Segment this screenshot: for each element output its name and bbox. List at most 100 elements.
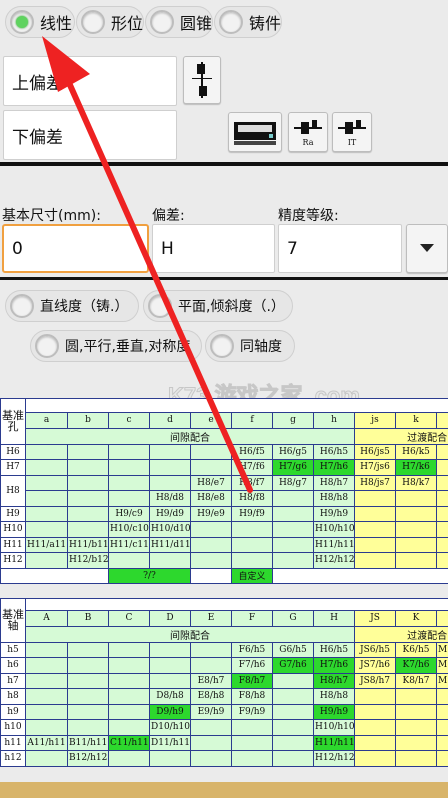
fit-cell[interactable] xyxy=(25,490,68,507)
fit-cell[interactable]: H12/h12 xyxy=(313,750,355,767)
fit-cell[interactable] xyxy=(67,505,109,522)
fit-cell[interactable] xyxy=(231,536,273,553)
fit-cell[interactable]: M xyxy=(435,657,448,674)
fit-cell[interactable] xyxy=(354,536,396,553)
fit-cell[interactable] xyxy=(272,703,314,720)
fit-cell[interactable] xyxy=(435,459,448,476)
radio-straightness[interactable]: 直线度（铸.） xyxy=(5,290,139,322)
fit-cell[interactable]: H6/f5 xyxy=(231,443,273,460)
fit-cell[interactable] xyxy=(108,552,150,569)
fit-cell[interactable]: H10/h10 xyxy=(313,719,355,736)
fit-cell[interactable] xyxy=(272,536,314,553)
fit-cell[interactable] xyxy=(67,474,109,491)
fit-cell[interactable] xyxy=(395,552,437,569)
fit-cell[interactable]: F9/h9 xyxy=(231,703,273,720)
fit-cell[interactable] xyxy=(190,459,232,476)
fit-cell[interactable] xyxy=(395,490,437,507)
fit-cell[interactable] xyxy=(435,688,448,705)
fit-cell[interactable]: H7/h6 xyxy=(313,459,355,476)
radio-flatness[interactable]: 平面,倾斜度（.） xyxy=(143,290,293,322)
fit-cell[interactable] xyxy=(67,703,109,720)
fit-cell[interactable] xyxy=(395,536,437,553)
fit-cell[interactable] xyxy=(67,641,109,658)
fit-cell[interactable]: H12/b12 xyxy=(67,552,109,569)
fit-cell[interactable] xyxy=(25,657,68,674)
radio-roundness[interactable]: 圆,平行,垂直,对称度 xyxy=(30,330,202,362)
basic-size-input[interactable]: 0 xyxy=(2,224,149,273)
fit-cell[interactable] xyxy=(149,443,191,460)
radio-linear[interactable]: 线性 xyxy=(5,6,75,38)
fit-cell[interactable] xyxy=(25,672,68,689)
fit-cell[interactable]: H8/e7 xyxy=(190,474,232,491)
fit-cell[interactable] xyxy=(272,490,314,507)
fit-cell[interactable] xyxy=(231,521,273,538)
roughness-button[interactable]: Ra xyxy=(288,112,328,152)
fit-cell[interactable] xyxy=(108,750,150,767)
fit-cell[interactable] xyxy=(108,474,150,491)
fit-cell[interactable] xyxy=(435,443,448,460)
fit-cell[interactable] xyxy=(395,521,437,538)
fit-cell[interactable] xyxy=(354,703,396,720)
fit-cell[interactable]: H6/g5 xyxy=(272,443,314,460)
fit-cell[interactable] xyxy=(272,672,314,689)
fit-cell[interactable] xyxy=(435,750,448,767)
fit-cell[interactable]: H9/h9 xyxy=(313,703,355,720)
fit-cell[interactable]: M xyxy=(435,641,448,658)
fit-cell[interactable] xyxy=(190,719,232,736)
grade-dropdown-button[interactable] xyxy=(406,224,448,273)
fit-cell[interactable] xyxy=(149,657,191,674)
fit-cell[interactable]: D11/h11 xyxy=(149,734,191,751)
fit-cell[interactable] xyxy=(67,657,109,674)
fit-cell[interactable] xyxy=(190,521,232,538)
fit-cell[interactable]: F8/h8 xyxy=(231,688,273,705)
fit-cell[interactable]: K6/h5 xyxy=(395,641,437,658)
fit-cell[interactable]: K8/h7 xyxy=(395,672,437,689)
fit-cell[interactable]: H6/js5 xyxy=(354,443,396,460)
fit-cell[interactable] xyxy=(190,536,232,553)
radio-coaxiality[interactable]: 同轴度 xyxy=(205,330,295,362)
calculator-button[interactable] xyxy=(228,112,282,152)
fit-cell[interactable]: H8/js7 xyxy=(354,474,396,491)
deviation-input[interactable]: H xyxy=(152,224,275,273)
fit-cell[interactable] xyxy=(231,719,273,736)
fit-cell[interactable]: H10/c10 xyxy=(108,521,150,538)
fit-cell[interactable]: H9/f9 xyxy=(231,505,273,522)
fit-cell[interactable] xyxy=(67,490,109,507)
fit-cell[interactable] xyxy=(272,719,314,736)
fit-cell[interactable] xyxy=(25,552,68,569)
fit-cell[interactable]: H10/h10 xyxy=(313,521,355,538)
fit-cell[interactable]: A11/h11 xyxy=(25,734,68,751)
fit-cell[interactable]: E9/h9 xyxy=(190,703,232,720)
fit-cell[interactable] xyxy=(108,703,150,720)
fit-cell[interactable] xyxy=(108,459,150,476)
fit-cell[interactable] xyxy=(190,552,232,569)
fit-cell[interactable]: H8/k7 xyxy=(395,474,437,491)
fit-cell[interactable] xyxy=(395,719,437,736)
fit-cell[interactable]: F8/h7 xyxy=(231,672,273,689)
fit-cell[interactable]: F6/h5 xyxy=(231,641,273,658)
fit-cell[interactable] xyxy=(149,552,191,569)
fit-cell[interactable] xyxy=(190,657,232,674)
fit-cell[interactable] xyxy=(435,521,448,538)
fit-cell[interactable] xyxy=(395,505,437,522)
lower-deviation-field[interactable]: 下偏差 xyxy=(3,110,177,160)
fit-cell[interactable]: H7/f6 xyxy=(231,459,273,476)
it-grade-button[interactable]: IT xyxy=(332,112,372,152)
fit-cell[interactable] xyxy=(108,490,150,507)
fit-cell[interactable]: F7/h6 xyxy=(231,657,273,674)
fit-cell[interactable] xyxy=(272,734,314,751)
fit-cell[interactable]: H7/k6 xyxy=(395,459,437,476)
radio-cone[interactable]: 圆锥 xyxy=(145,6,213,38)
fit-cell[interactable] xyxy=(67,688,109,705)
fit-cell[interactable] xyxy=(395,734,437,751)
fit-cell[interactable] xyxy=(108,719,150,736)
fit-cell[interactable] xyxy=(149,641,191,658)
fit-cell[interactable]: H11/c11 xyxy=(108,536,150,553)
fit-cell[interactable] xyxy=(190,641,232,658)
custom-fit-button[interactable]: 自定义 xyxy=(231,567,273,584)
radio-form-position[interactable]: 形位 xyxy=(76,6,144,38)
unknown-fit-button[interactable]: ?/? xyxy=(108,567,191,584)
fit-cell[interactable]: H6/h5 xyxy=(313,443,355,460)
fit-cell[interactable]: K7/h6 xyxy=(395,657,437,674)
fit-cell[interactable] xyxy=(25,521,68,538)
